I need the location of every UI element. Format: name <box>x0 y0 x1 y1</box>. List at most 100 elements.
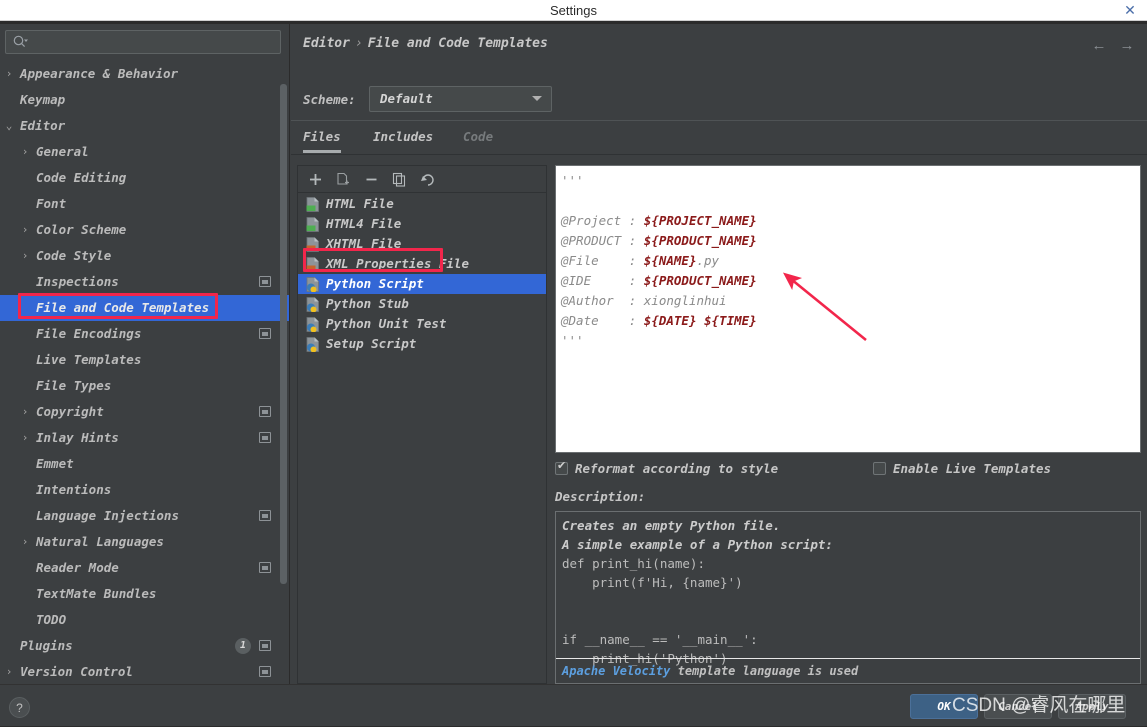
breadcrumb-root[interactable]: Editor <box>303 36 350 51</box>
sidebar-item-todo[interactable]: TODO <box>0 607 289 633</box>
sidebar-item-label: Reader Mode <box>36 560 119 575</box>
breadcrumb-separator: › <box>354 36 363 51</box>
close-icon[interactable]: ✕ <box>1119 0 1141 21</box>
code-token: ${PRODUCT_NAME} <box>643 233 757 248</box>
sidebar-item-code-editing[interactable]: Code Editing <box>0 165 289 191</box>
chevron-right-icon[interactable]: › <box>18 399 32 425</box>
sidebar-item-file-types[interactable]: File Types <box>0 373 289 399</box>
sidebar-item-appearance-behavior[interactable]: › Appearance & Behavior <box>0 61 289 87</box>
template-list-panel: HTML File HTML4 File XHTML File XML Propert… <box>297 165 547 684</box>
code-token: @PRODUCT : <box>561 233 644 248</box>
panel-badge-icon <box>259 510 271 521</box>
list-item[interactable]: HTML4 File <box>298 214 546 234</box>
settings-tree[interactable]: › Appearance & Behavior Keymap ⌄ Editor › Gene… <box>0 61 289 681</box>
live-templates-checkbox[interactable] <box>873 462 886 475</box>
help-icon[interactable]: ? <box>9 697 30 718</box>
list-item-label: HTML File <box>326 196 394 211</box>
sidebar-item-label: File Types <box>36 378 112 393</box>
list-item-label: HTML4 File <box>326 216 402 231</box>
panel-badge-icon <box>259 406 271 417</box>
description-line: if __name__ == '__main__': <box>562 632 758 647</box>
sidebar-scrollbar[interactable] <box>280 84 287 584</box>
remove-template-button[interactable] <box>360 169 382 190</box>
annotation-rect-sidebar <box>18 293 218 319</box>
chevron-right-icon[interactable]: › <box>18 217 32 243</box>
sidebar-item-language-injections[interactable]: Language Injections <box>0 503 289 529</box>
copy-template-button[interactable] <box>332 169 354 190</box>
sidebar-item-inspections[interactable]: Inspections <box>0 269 289 295</box>
list-item[interactable]: HTML File <box>298 194 546 214</box>
sidebar-item-keymap[interactable]: Keymap <box>0 87 289 113</box>
velocity-note: Apache Velocity template language is use… <box>556 658 1140 683</box>
chevron-right-icon[interactable]: › <box>18 243 32 269</box>
chevron-right-icon[interactable]: › <box>18 139 32 165</box>
code-token: @Project : <box>561 213 644 228</box>
python-file-icon <box>306 277 320 293</box>
code-token: @Date : <box>561 313 644 328</box>
list-item-label: Python Script <box>326 276 424 291</box>
chevron-right-icon[interactable]: › <box>2 659 16 684</box>
tab-code: Code <box>463 129 494 144</box>
description-line: print(f'Hi, {name}') <box>562 575 743 590</box>
panel-badge-icon <box>259 276 271 287</box>
chevron-right-icon[interactable]: › <box>2 61 16 87</box>
sidebar-item-textmate-bundles[interactable]: TextMate Bundles <box>0 581 289 607</box>
sidebar-item-general[interactable]: › General <box>0 139 289 165</box>
html-file-icon <box>306 197 320 212</box>
list-item[interactable]: Python Unit Test <box>298 314 546 334</box>
sidebar-item-copyright[interactable]: › Copyright <box>0 399 289 425</box>
sidebar-item-plugins[interactable]: Plugins 1 <box>0 633 289 659</box>
scheme-dropdown[interactable]: Default <box>369 86 552 112</box>
code-token: ''' <box>561 333 584 348</box>
velocity-link[interactable]: Apache Velocity <box>562 664 670 678</box>
sidebar-item-version-control[interactable]: › Version Control <box>0 659 289 684</box>
sidebar-item-label: Intentions <box>36 482 112 497</box>
nav-arrows: ← → <box>1088 36 1142 56</box>
sidebar-item-label: Emmet <box>36 456 74 471</box>
sidebar-item-font[interactable]: Font <box>0 191 289 217</box>
sidebar-item-label: Inlay Hints <box>36 430 119 445</box>
sidebar-item-reader-mode[interactable]: Reader Mode <box>0 555 289 581</box>
chevron-down-icon[interactable]: ⌄ <box>2 113 16 139</box>
search-input[interactable] <box>5 30 281 54</box>
code-line: @Date : ${DATE} ${TIME} <box>561 311 757 331</box>
sidebar-item-code-style[interactable]: › Code Style <box>0 243 289 269</box>
sidebar-item-label: Keymap <box>20 92 66 107</box>
reformat-label[interactable]: Reformat according to style <box>575 460 778 478</box>
watermark: CSDN @睿风在哪里 <box>952 695 1126 716</box>
tab-includes[interactable]: Includes <box>373 121 433 155</box>
list-item[interactable]: Setup Script <box>298 334 546 354</box>
code-token: ${DATE} ${TIME} <box>643 313 757 328</box>
code-line: @File : ${NAME}.py <box>561 251 757 271</box>
list-item[interactable]: Python Stub <box>298 294 546 314</box>
live-templates-label[interactable]: Enable Live Templates <box>893 460 1051 478</box>
template-editor[interactable]: ''' @Project : ${PROJECT_NAME} @PRODUCT :… <box>555 165 1141 453</box>
tab-files[interactable]: Files <box>303 121 341 155</box>
sidebar-item-editor[interactable]: ⌄ Editor <box>0 113 289 139</box>
description-line: A simple example of a Python script: <box>562 537 833 552</box>
velocity-note-rest: template language is used <box>670 664 859 678</box>
sidebar-item-file-encodings[interactable]: File Encodings <box>0 321 289 347</box>
sidebar-item-color-scheme[interactable]: › Color Scheme <box>0 217 289 243</box>
code-token: ${PRODUCT_NAME} <box>643 273 757 288</box>
arrow-right-icon[interactable]: → <box>1116 36 1138 56</box>
breadcrumb-leaf: File and Code Templates <box>367 36 548 51</box>
sidebar-item-intentions[interactable]: Intentions <box>0 477 289 503</box>
sidebar-item-label: File Encodings <box>36 326 142 341</box>
sidebar-item-live-templates[interactable]: Live Templates <box>0 347 289 373</box>
reformat-checkbox[interactable] <box>555 459 568 475</box>
panel-badge-icon <box>259 432 271 443</box>
list-item[interactable]: Python Script <box>298 274 546 294</box>
sidebar-item-inlay-hints[interactable]: › Inlay Hints <box>0 425 289 451</box>
add-template-button[interactable] <box>304 169 326 190</box>
sidebar-item-natural-languages[interactable]: › Natural Languages <box>0 529 289 555</box>
chevron-right-icon[interactable]: › <box>18 425 32 451</box>
description-box: Creates an empty Python file. A simple ex… <box>555 511 1141 684</box>
chevron-right-icon[interactable]: › <box>18 529 32 555</box>
reset-template-button[interactable] <box>416 169 438 190</box>
sidebar-item-emmet[interactable]: Emmet <box>0 451 289 477</box>
arrow-left-icon[interactable]: ← <box>1088 36 1110 56</box>
scheme-value: Default <box>380 91 433 106</box>
search-icon <box>12 34 28 50</box>
duplicate-template-button[interactable] <box>388 169 410 190</box>
